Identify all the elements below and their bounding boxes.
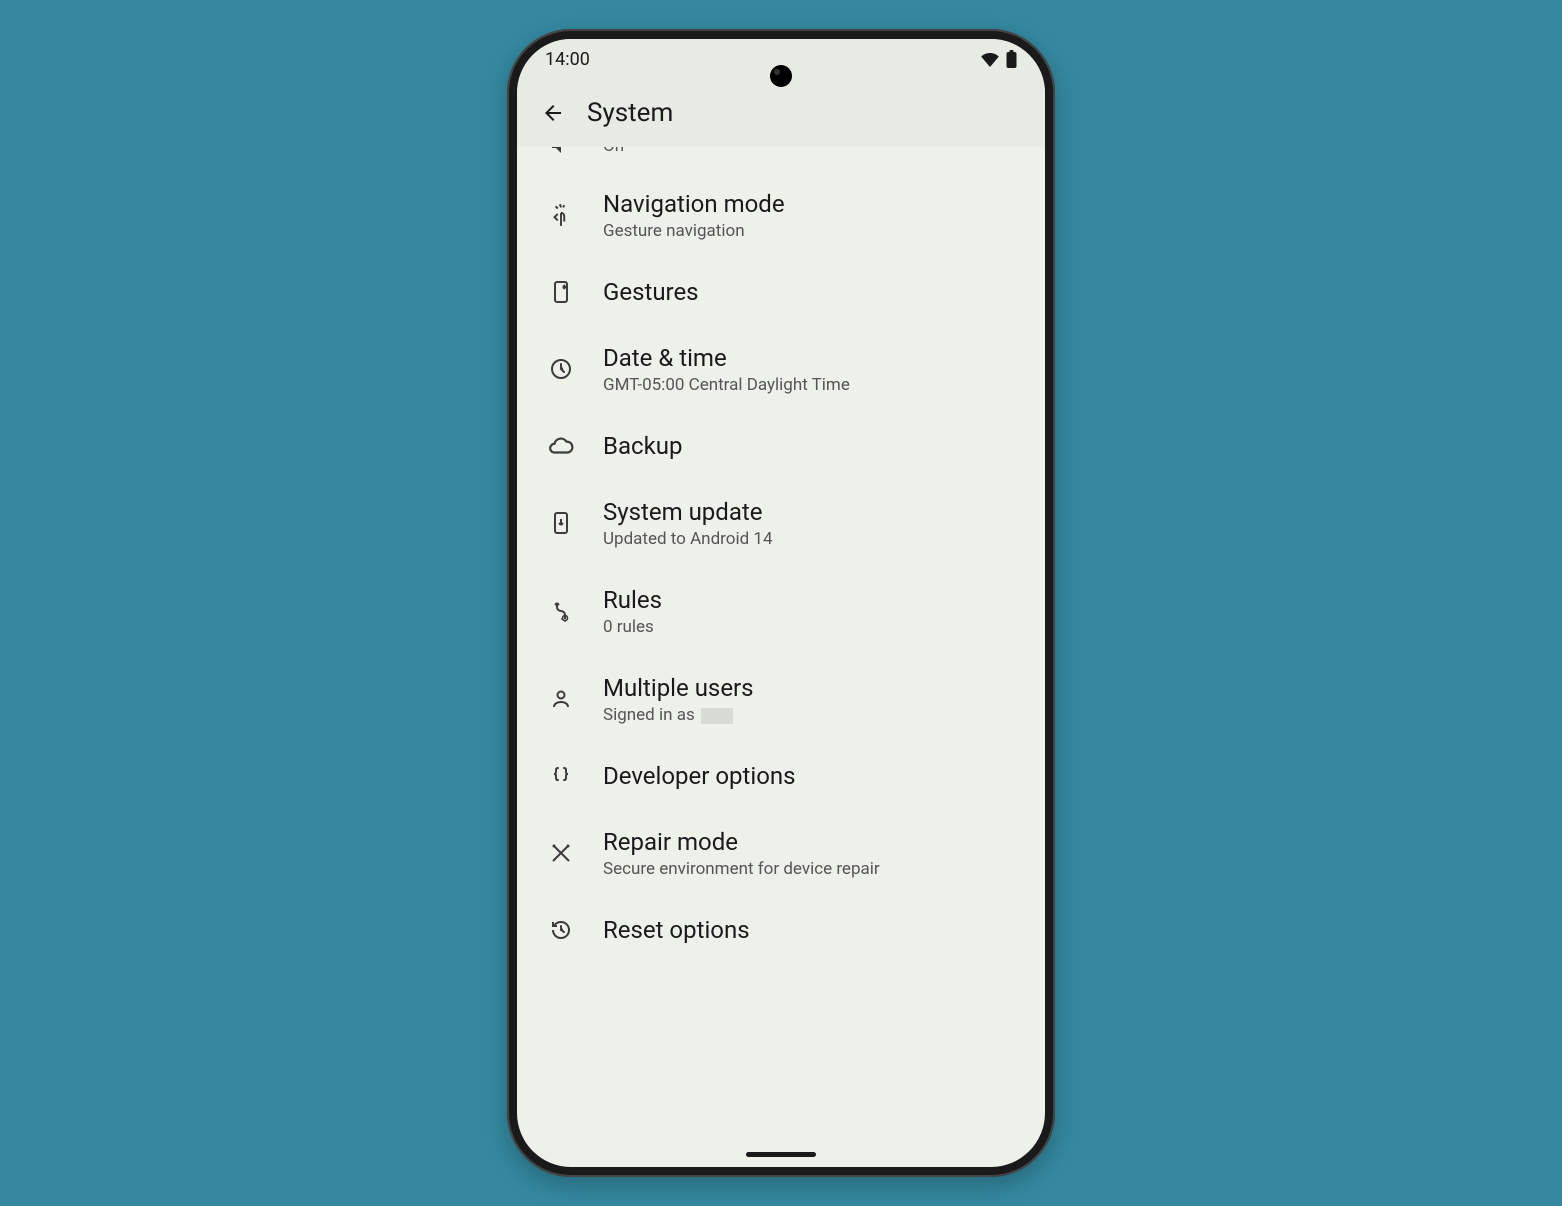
row-title: Navigation mode — [603, 189, 785, 219]
back-arrow-icon — [541, 101, 565, 125]
screen: 14:00 System On — [517, 39, 1045, 1167]
row-navigation-mode[interactable]: Navigation mode Gesture navigation — [517, 171, 1045, 259]
tools-icon — [541, 841, 581, 865]
row-partial[interactable]: On — [517, 147, 1045, 171]
touch-sounds-icon — [541, 147, 581, 157]
row-title: Reset options — [603, 915, 750, 945]
phone-frame: 14:00 System On — [507, 29, 1055, 1177]
row-rules[interactable]: Rules 0 rules — [517, 567, 1045, 655]
system-update-icon — [541, 511, 581, 535]
row-title: Rules — [603, 585, 662, 615]
redacted-username — [701, 708, 733, 724]
page-title: System — [587, 98, 673, 128]
row-sub: Signed in as — [603, 705, 754, 725]
row-repair-mode[interactable]: Repair mode Secure environment for devic… — [517, 809, 1045, 897]
gesture-nav-bar[interactable] — [746, 1152, 816, 1157]
row-partial-sub: On — [603, 147, 624, 156]
row-title: Gestures — [603, 277, 699, 307]
app-bar: System — [517, 79, 1045, 147]
clock-icon — [541, 357, 581, 381]
row-title: Backup — [603, 431, 682, 461]
rules-icon — [541, 599, 581, 623]
person-icon — [541, 687, 581, 711]
row-sub: Secure environment for device repair — [603, 859, 880, 879]
phone-gesture-icon — [541, 280, 581, 304]
row-sub: Updated to Android 14 — [603, 529, 773, 549]
row-backup[interactable]: Backup — [517, 413, 1045, 479]
row-system-update[interactable]: System update Updated to Android 14 — [517, 479, 1045, 567]
swipe-icon — [541, 202, 581, 228]
history-icon — [541, 918, 581, 942]
signed-in-prefix: Signed in as — [603, 705, 695, 725]
row-gestures[interactable]: Gestures — [517, 259, 1045, 325]
row-sub: GMT-05:00 Central Daylight Time — [603, 375, 850, 395]
row-developer-options[interactable]: Developer options — [517, 743, 1045, 809]
row-title: Developer options — [603, 761, 796, 791]
row-multiple-users[interactable]: Multiple users Signed in as — [517, 655, 1045, 743]
camera-punch-hole — [770, 65, 792, 87]
wifi-icon — [980, 51, 1000, 67]
row-title: Repair mode — [603, 827, 880, 857]
row-sub: 0 rules — [603, 617, 662, 637]
back-button[interactable] — [533, 93, 573, 133]
row-title: Multiple users — [603, 673, 754, 703]
battery-icon — [1006, 50, 1017, 68]
cloud-icon — [541, 433, 581, 459]
row-title: Date & time — [603, 343, 850, 373]
braces-icon — [541, 764, 581, 788]
status-icons — [980, 50, 1017, 68]
row-reset-options[interactable]: Reset options — [517, 897, 1045, 963]
status-time: 14:00 — [545, 49, 590, 70]
row-sub: Gesture navigation — [603, 221, 785, 241]
row-title: System update — [603, 497, 773, 527]
settings-list-container[interactable]: On Navigation mode Gesture navigation — [517, 147, 1045, 1167]
row-date-time[interactable]: Date & time GMT-05:00 Central Daylight T… — [517, 325, 1045, 413]
settings-list: On Navigation mode Gesture navigation — [517, 147, 1045, 993]
